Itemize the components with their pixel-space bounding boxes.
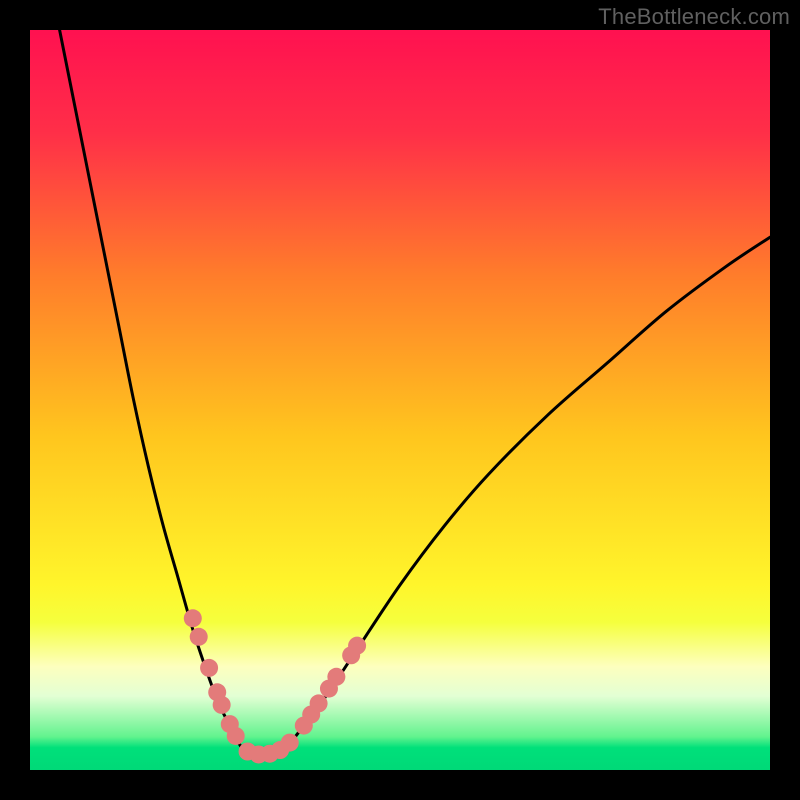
sample-dot [190, 628, 208, 646]
sample-dot [327, 668, 345, 686]
sample-dot [227, 727, 245, 745]
bottleneck-curve-right [278, 237, 770, 753]
sample-dot [348, 637, 366, 655]
sample-dot [200, 659, 218, 677]
sample-dot [184, 609, 202, 627]
plot-area [30, 30, 770, 770]
sample-dot [281, 734, 299, 752]
chart-stage: TheBottleneck.com [0, 0, 800, 800]
attribution-label: TheBottleneck.com [598, 4, 790, 30]
sample-dot [310, 694, 328, 712]
sample-dot [213, 696, 231, 714]
bottleneck-curve-left [60, 30, 251, 753]
curve-svg [30, 30, 770, 770]
